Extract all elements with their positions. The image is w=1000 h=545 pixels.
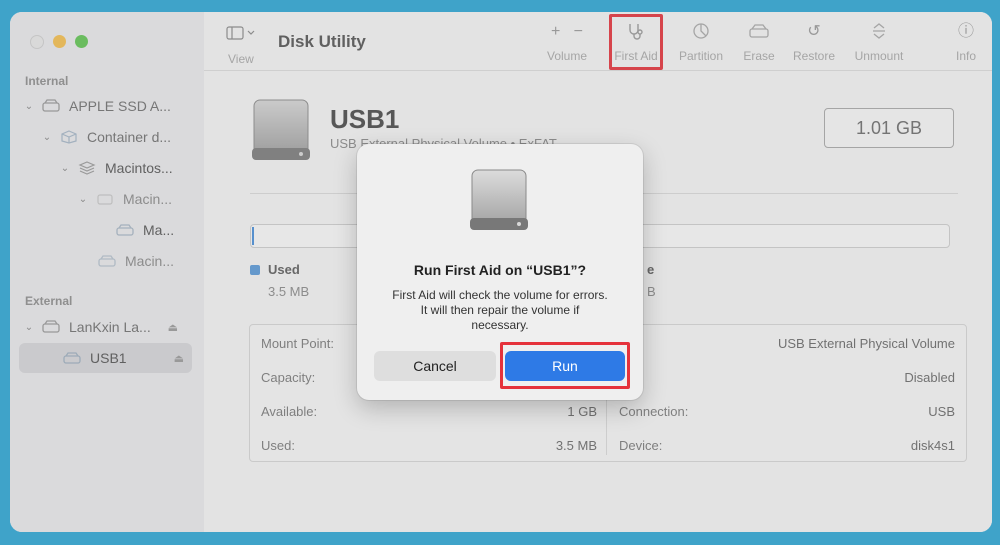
dialog-title: Run First Aid on “USB1”? [413, 262, 587, 278]
cancel-button[interactable]: Cancel [374, 351, 496, 381]
dialog-message: First Aid will check the volume for erro… [375, 288, 625, 333]
first-aid-dialog: Run First Aid on “USB1”? First Aid will … [357, 144, 643, 400]
dialog-message-line: First Aid will check the volume for erro… [392, 288, 608, 302]
dialog-message-line: It will then repair the volume if [420, 303, 580, 317]
run-highlight [500, 342, 630, 389]
external-drive-icon [464, 166, 534, 236]
dialog-message-line: necessary. [471, 318, 529, 332]
